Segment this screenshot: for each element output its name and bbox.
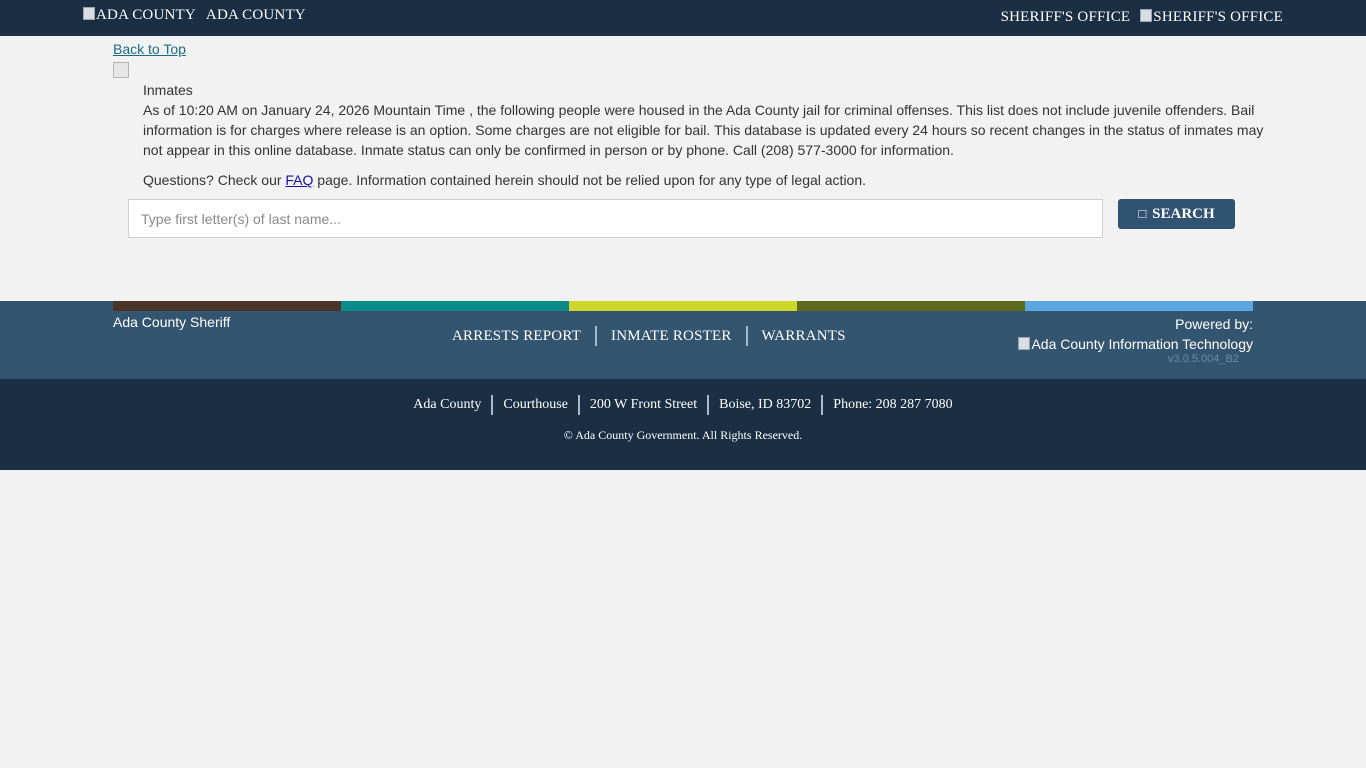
ada-county-logo-alt: ADA COUNTY — [96, 7, 196, 23]
questions-prefix: Questions? Check our — [143, 172, 286, 188]
address-street: 200 W Front Street — [589, 397, 698, 412]
stripe-4 — [797, 301, 1025, 311]
address-county: Ada County — [413, 397, 482, 412]
it-logo-link[interactable]: Ada County Information Technology — [1018, 334, 1253, 354]
search-button[interactable]: □ SEARCH — [1118, 199, 1235, 229]
it-logo-alt: Ada County Information Technology — [1031, 336, 1253, 352]
questions-suffix: page. Information contained herein shoul… — [313, 172, 867, 188]
site-header: ADA COUNTY ADA COUNTY SHERIFF'S OFFICE SHE… — [0, 0, 1366, 36]
sheriffs-office-brand[interactable]: SHERIFF'S OFFICE SHERIFF'S OFFICE — [1001, 9, 1283, 26]
address-bar: Ada County Courthouse 200 W Front Street… — [0, 395, 1366, 415]
faq-link[interactable]: FAQ — [285, 172, 313, 188]
ada-county-title: ADA COUNTY — [205, 7, 306, 23]
color-stripes — [113, 301, 1253, 311]
last-name-search-input[interactable] — [128, 199, 1103, 238]
stripe-2 — [341, 301, 569, 311]
address-city: Boise, ID 83702 — [719, 397, 812, 412]
address-building: Courthouse — [503, 397, 568, 412]
search-icon: □ — [1138, 206, 1147, 221]
footer-top: Ada County Sheriff ARRESTS REPORT INMATE… — [0, 301, 1366, 379]
address-phone: Phone: 208 287 7080 — [833, 397, 953, 412]
inmates-content: Inmates As of 10:20 AM on January 24, 20… — [143, 80, 1268, 190]
search-button-label: SEARCH — [1152, 205, 1215, 222]
stripe-5 — [1025, 301, 1253, 311]
copyright: © Ada County Government. All Rights Rese… — [563, 428, 803, 442]
powered-by: Powered by: Ada County Information Techn… — [1018, 314, 1253, 354]
powered-by-label: Powered by: — [1175, 316, 1253, 332]
sheriffs-office-logo-alt: SHERIFF'S OFFICE — [1153, 9, 1283, 25]
questions-text: Questions? Check our FAQ page. Informati… — [143, 170, 1268, 190]
footer-org-name: Ada County Sheriff — [113, 314, 231, 330]
nav-warrants[interactable]: WARRANTS — [748, 328, 860, 345]
version-label: v3.0.5.004_B2 — [1168, 353, 1239, 365]
broken-image-icon — [113, 62, 129, 78]
back-to-top-link[interactable]: Back to Top — [113, 41, 186, 57]
ada-county-logo — [83, 7, 95, 20]
nav-arrests-report[interactable]: ARRESTS REPORT — [438, 328, 595, 345]
footer-bottom: Ada County Courthouse 200 W Front Street… — [0, 379, 1366, 470]
stripe-3 — [569, 301, 797, 311]
stripe-1 — [113, 301, 341, 311]
intro-text: As of 10:20 AM on January 24, 2026 Mount… — [143, 102, 1264, 158]
sheriffs-office-logo — [1140, 9, 1153, 22]
ada-county-brand[interactable]: ADA COUNTY ADA COUNTY — [83, 7, 306, 24]
it-logo — [1018, 337, 1031, 350]
nav-inmate-roster[interactable]: INMATE ROSTER — [597, 328, 746, 345]
page-title: Inmates — [143, 82, 193, 98]
footer-nav: ARRESTS REPORT INMATE ROSTER WARRANTS — [438, 326, 860, 346]
sheriffs-office-title: SHERIFF'S OFFICE — [1000, 9, 1131, 25]
